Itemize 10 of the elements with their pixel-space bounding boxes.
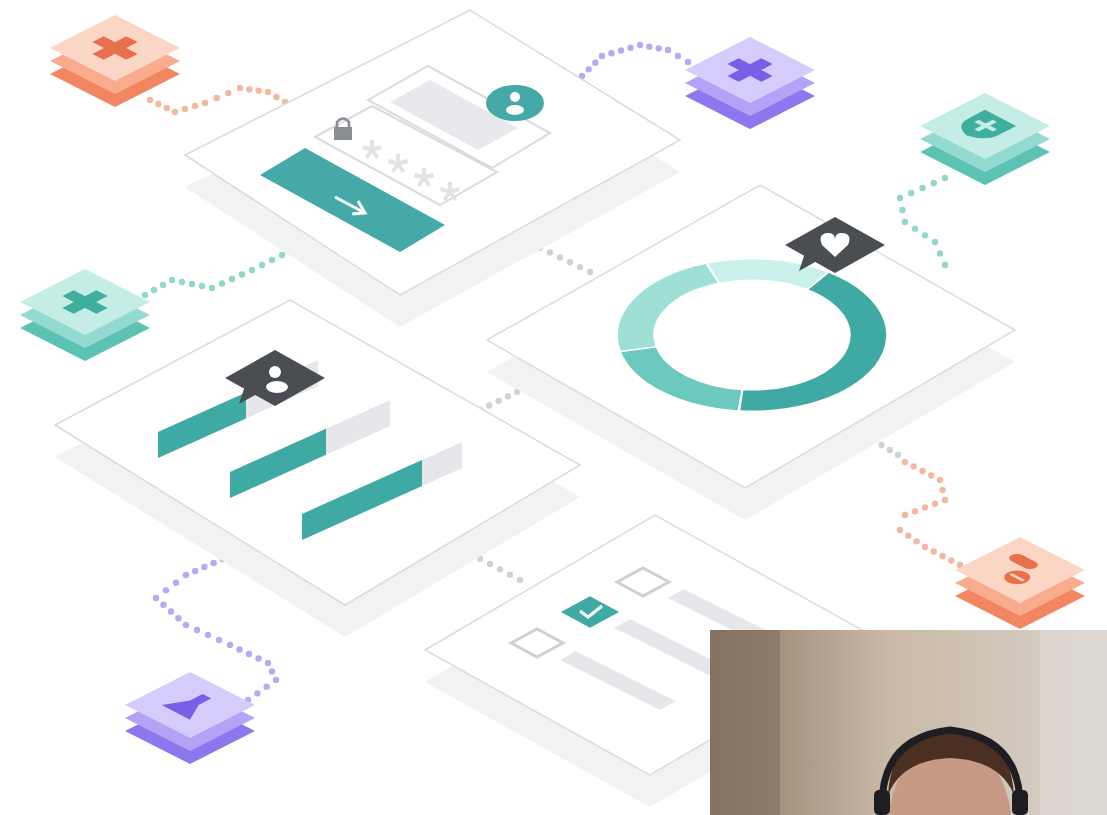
plus-stack-icon (50, 15, 180, 107)
user-avatar-icon (486, 85, 544, 121)
plus-stack-icon (685, 37, 815, 129)
shield-stack-icon (920, 93, 1050, 185)
heart-badge-icon (785, 217, 885, 273)
flask-stack-icon (125, 672, 255, 764)
pill-stack-icon (955, 537, 1085, 629)
plus-stack-icon (20, 269, 150, 361)
lock-icon (334, 117, 352, 140)
person-badge-icon (225, 350, 325, 406)
